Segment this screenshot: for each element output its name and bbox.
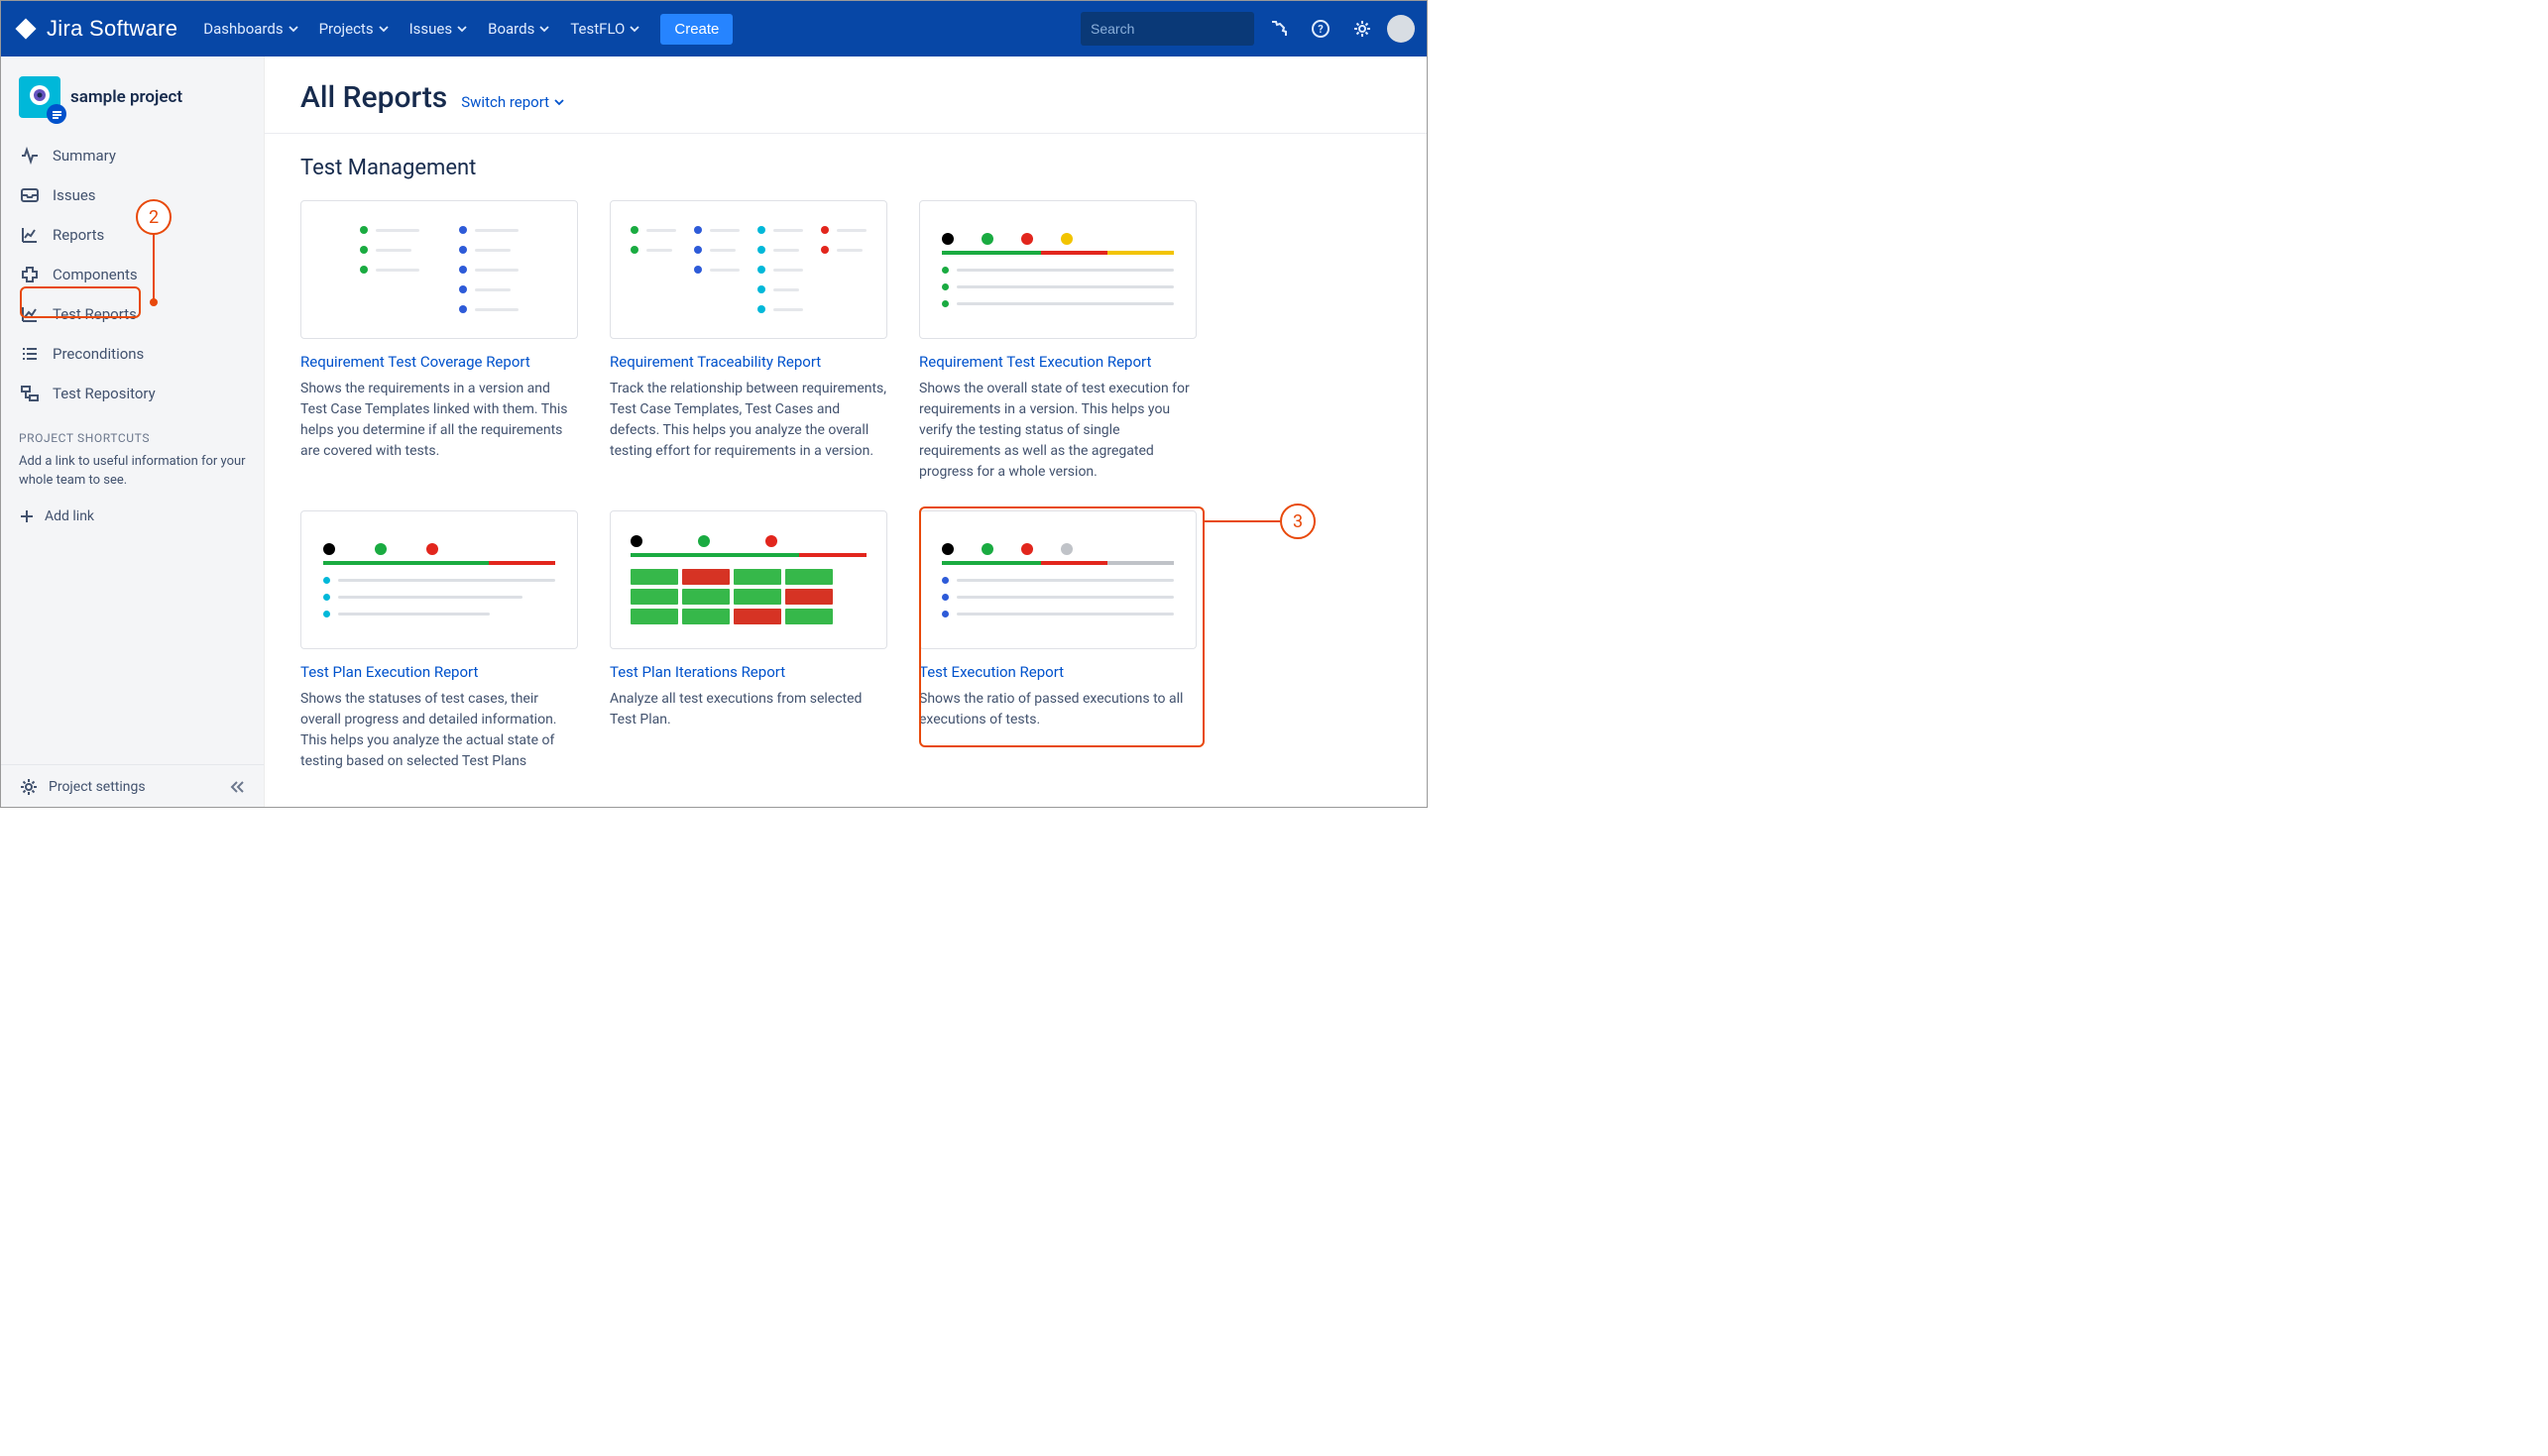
sidebar-item-summary[interactable]: Summary	[1, 136, 264, 175]
chevron-down-icon	[538, 23, 550, 35]
shortcuts-help: Add a link to useful information for you…	[1, 451, 264, 501]
report-desc: Analyze all test executions from selecte…	[610, 689, 887, 730]
report-thumb	[300, 510, 578, 649]
sidebar-item-preconditions[interactable]: Preconditions	[1, 334, 264, 374]
report-desc: Shows the overall state of test executio…	[919, 379, 1197, 483]
annotation-connector-dot	[150, 298, 158, 306]
report-title[interactable]: Test Plan Iterations Report	[610, 663, 887, 681]
chevron-down-icon	[288, 23, 299, 35]
sidebar-item-label: Summary	[53, 147, 116, 165]
report-thumb	[610, 510, 887, 649]
report-thumb	[300, 200, 578, 339]
chevron-down-icon	[456, 23, 468, 35]
sidebar-item-label: Components	[53, 266, 138, 283]
nav-boards[interactable]: Boards	[478, 1, 560, 56]
report-card-iterations[interactable]: Test Plan Iterations Report Analyze all …	[610, 510, 887, 772]
folder-tree-icon	[19, 383, 41, 404]
report-title[interactable]: Test Plan Execution Report	[300, 663, 578, 681]
jira-logo-icon	[13, 16, 39, 42]
chevron-down-icon	[378, 23, 390, 35]
report-desc: Shows the statuses of test cases, their …	[300, 689, 578, 772]
sidebar-item-test-reports[interactable]: Test Reports	[1, 294, 264, 334]
main-content: All Reports Switch report Test Managemen…	[265, 56, 1427, 808]
avatar[interactable]	[1387, 15, 1415, 43]
create-button[interactable]: Create	[660, 14, 733, 45]
tray-icon	[19, 184, 41, 206]
help-icon[interactable]: ?	[1304, 12, 1337, 46]
add-link-button[interactable]: Add link	[1, 501, 264, 532]
report-title[interactable]: Requirement Test Coverage Report	[300, 353, 578, 371]
report-thumb	[919, 510, 1197, 649]
report-desc: Track the relationship between requireme…	[610, 379, 887, 462]
project-avatar	[19, 76, 60, 118]
switch-report-link[interactable]: Switch report	[461, 93, 565, 111]
section-title: Test Management	[300, 156, 1391, 180]
annotation-connector	[153, 234, 155, 302]
sidebar-item-label: Issues	[53, 186, 96, 204]
nav-testflo[interactable]: TestFLO	[560, 1, 650, 56]
sidebar-item-reports[interactable]: Reports	[1, 215, 264, 255]
report-card-req-execution[interactable]: Requirement Test Execution Report Shows …	[919, 200, 1197, 483]
report-desc: Shows the ratio of passed executions to …	[919, 689, 1197, 730]
annotation-2: 2	[136, 199, 172, 235]
component-icon	[19, 264, 41, 285]
nav-issues[interactable]: Issues	[400, 1, 479, 56]
jira-logo[interactable]: Jira Software	[13, 16, 177, 42]
project-header[interactable]: sample project	[1, 68, 264, 136]
page-title: All Reports	[300, 80, 447, 115]
report-title[interactable]: Test Execution Report	[919, 663, 1197, 681]
report-title[interactable]: Requirement Traceability Report	[610, 353, 887, 371]
annotation-3: 3	[1280, 504, 1316, 539]
report-thumb	[610, 200, 887, 339]
report-title[interactable]: Requirement Test Execution Report	[919, 353, 1197, 371]
search-box[interactable]	[1081, 12, 1254, 46]
project-type-badge-icon	[47, 104, 66, 124]
project-settings-link[interactable]: Project settings	[1, 764, 264, 808]
top-nav: Jira Software Dashboards Projects Issues…	[1, 1, 1427, 56]
settings-icon[interactable]	[1345, 12, 1379, 46]
activity-icon	[19, 145, 41, 167]
annotation-connector	[1205, 520, 1280, 522]
chart-up-icon	[19, 303, 41, 325]
reports-grid: Requirement Test Coverage Report Shows t…	[300, 200, 1391, 772]
chevron-down-icon	[629, 23, 640, 35]
gear-icon	[19, 777, 39, 797]
plus-icon	[19, 508, 35, 524]
sidebar-item-components[interactable]: Components	[1, 255, 264, 294]
svg-text:?: ?	[1318, 23, 1324, 36]
collapse-sidebar-icon[interactable]	[228, 778, 246, 796]
sidebar-item-label: Test Reports	[53, 305, 137, 323]
shortcuts-heading: PROJECT SHORTCUTS	[1, 413, 264, 451]
report-card-coverage[interactable]: Requirement Test Coverage Report Shows t…	[300, 200, 578, 483]
chart-icon	[19, 224, 41, 246]
chevron-down-icon	[553, 96, 565, 108]
nav-projects[interactable]: Projects	[309, 1, 400, 56]
report-thumb	[919, 200, 1197, 339]
sidebar-item-label: Preconditions	[53, 345, 144, 363]
project-name: sample project	[70, 87, 182, 107]
brand-text: Jira Software	[47, 16, 177, 42]
sidebar-item-issues[interactable]: Issues	[1, 175, 264, 215]
search-input[interactable]	[1091, 21, 1270, 37]
sidebar-item-test-repository[interactable]: Test Repository	[1, 374, 264, 413]
nav-dashboards[interactable]: Dashboards	[193, 1, 308, 56]
sidebar-item-label: Test Repository	[53, 385, 156, 402]
feedback-icon[interactable]	[1262, 12, 1296, 46]
list-icon	[19, 343, 41, 365]
report-card-test-execution[interactable]: Test Execution Report Shows the ratio of…	[919, 510, 1197, 772]
report-card-traceability[interactable]: Requirement Traceability Report Track th…	[610, 200, 887, 483]
sidebar: sample project Summary Issues Reports Co…	[1, 56, 265, 808]
report-card-plan-execution[interactable]: Test Plan Execution Report Shows the sta…	[300, 510, 578, 772]
report-desc: Shows the requirements in a version and …	[300, 379, 578, 462]
sidebar-item-label: Reports	[53, 226, 104, 244]
